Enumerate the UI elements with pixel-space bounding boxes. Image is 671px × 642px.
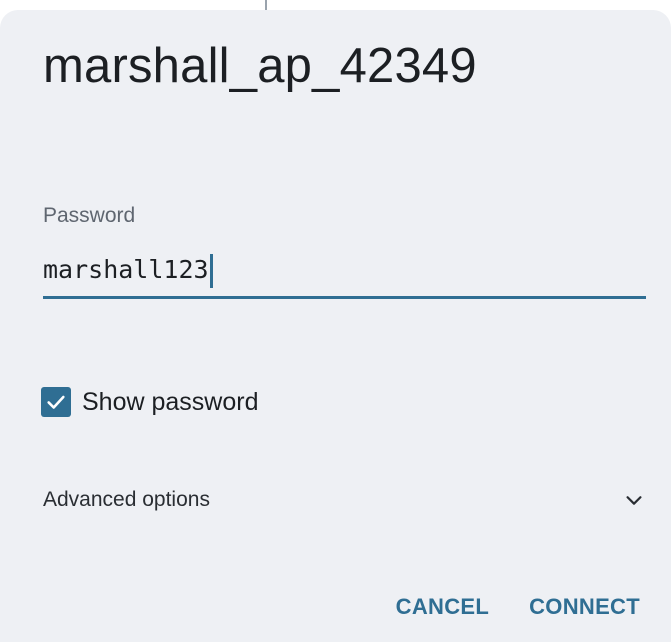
chevron-down-icon[interactable] <box>622 488 646 512</box>
show-password-checkbox[interactable] <box>41 387 71 417</box>
connect-button[interactable]: CONNECT <box>529 594 640 620</box>
advanced-options-label: Advanced options <box>43 488 210 511</box>
show-password-toggle[interactable]: Show password <box>41 385 258 419</box>
wifi-connect-dialog: marshall_ap_42349 Password marshall123 S… <box>0 10 671 642</box>
cancel-button[interactable]: CANCEL <box>396 594 489 620</box>
network-name-title: marshall_ap_42349 <box>43 39 477 93</box>
checkmark-icon <box>47 395 65 409</box>
password-value[interactable]: marshall123 <box>43 250 209 290</box>
password-field[interactable]: marshall123 <box>43 250 646 299</box>
advanced-options-row[interactable]: Advanced options <box>43 480 646 520</box>
password-label: Password <box>43 204 136 227</box>
show-password-label: Show password <box>82 387 259 416</box>
dialog-actions: CANCEL CONNECT <box>396 594 640 620</box>
text-caret <box>209 254 213 288</box>
